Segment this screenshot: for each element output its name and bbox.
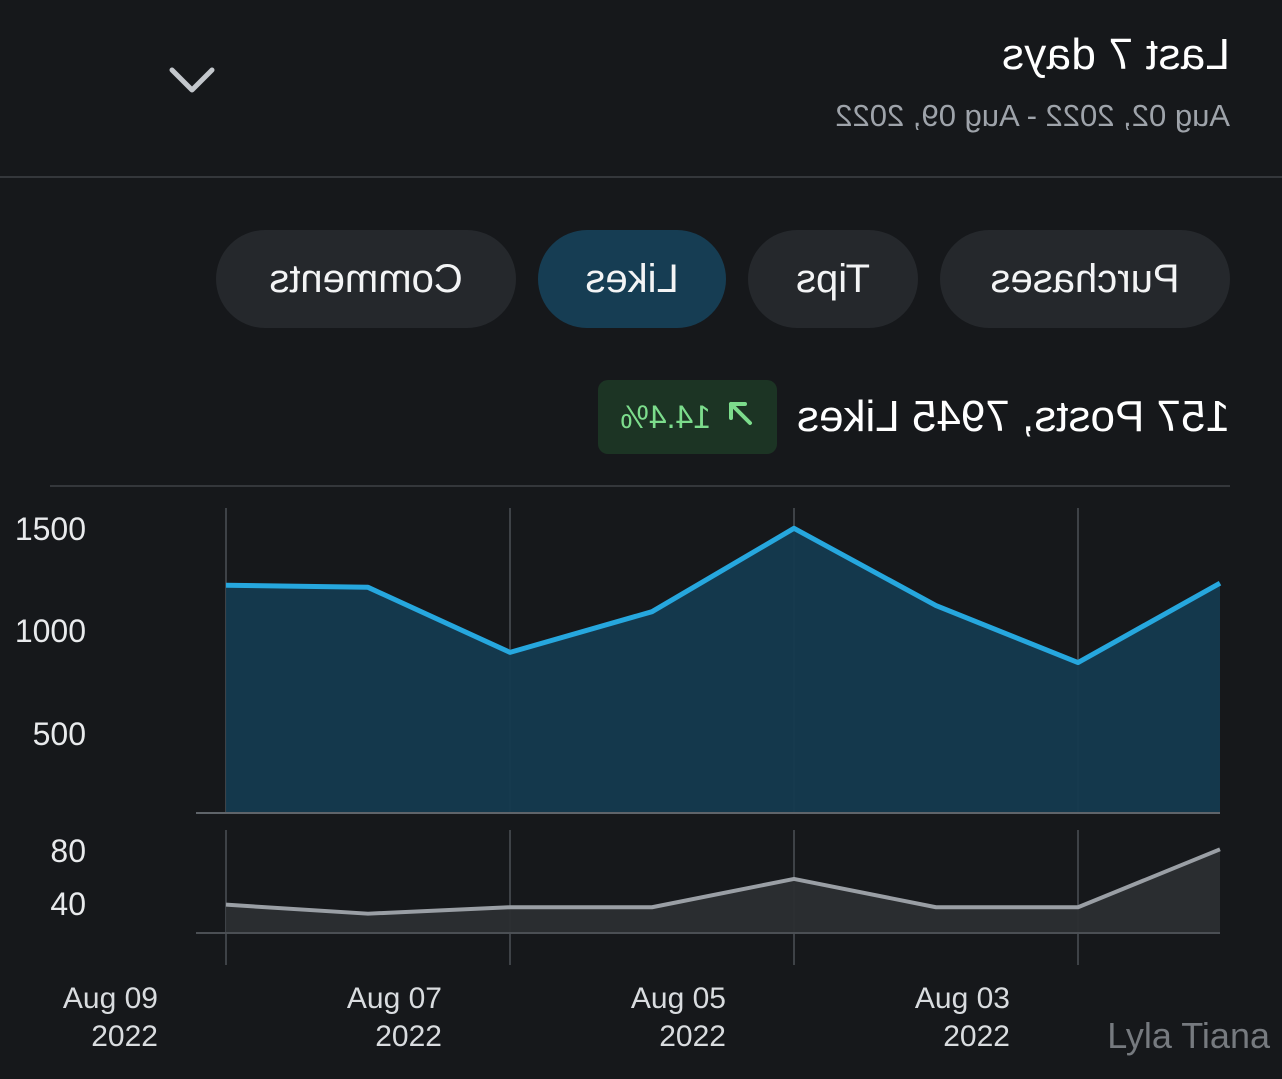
x-tick-label: 2022 <box>375 1020 442 1053</box>
x-tick-label: 2022 <box>943 1020 1010 1053</box>
tab-purchases[interactable]: Purchases <box>940 230 1230 328</box>
tab-tips[interactable]: Tips <box>748 230 918 328</box>
y-tick-label: 1500 <box>15 511 86 547</box>
stage: Last 7 days Aug 02, 2022 - Aug 09, 2022 … <box>0 0 1282 1079</box>
x-tick-label: 2022 <box>659 1020 726 1053</box>
x-labels: Aug 03 2022 Aug 05 2022 Aug 07 2022 Aug 09 2022 <box>63 982 1010 1053</box>
divider <box>50 485 1230 487</box>
chevron-down-icon[interactable] <box>166 60 218 100</box>
y-tick-label: 40 <box>50 886 86 922</box>
arrow-up-right-icon <box>725 398 755 436</box>
tab-comments[interactable]: Comments <box>216 230 516 328</box>
watermark: Lyla Tiana <box>1107 1015 1270 1056</box>
tab-likes[interactable]: Likes <box>538 230 726 328</box>
delta-value: 14.4% <box>620 398 712 435</box>
y-tick-label: 80 <box>50 833 86 869</box>
delta-badge: 14.4% <box>598 380 778 454</box>
header: Last 7 days Aug 02, 2022 - Aug 09, 2022 <box>0 0 1282 178</box>
x-tick-label: 2022 <box>91 1020 158 1053</box>
x-tick-label: Aug 07 <box>347 982 442 1015</box>
likes-chart: 150010005008040 Aug 032022Aug 052022Aug … <box>15 508 1222 1053</box>
x-tick-label: Aug 03 <box>915 982 1010 1015</box>
y-tick-label: 500 <box>33 716 86 752</box>
page-title: Last 7 days <box>1001 30 1230 79</box>
summary: 157 Posts, 7945 Likes 14.4% <box>598 380 1230 454</box>
date-range: Aug 02, 2022 - Aug 09, 2022 <box>835 98 1230 133</box>
x-tick-label: Aug 05 <box>631 982 726 1015</box>
x-tick-label: Aug 09 <box>63 982 158 1015</box>
y-labels: 1500 1000 500 80 40 <box>15 511 86 922</box>
summary-text: 157 Posts, 7945 Likes <box>797 392 1230 441</box>
y-tick-label: 1000 <box>15 613 86 649</box>
metric-tabs: Purchases Tips Likes Comments <box>216 230 1230 328</box>
